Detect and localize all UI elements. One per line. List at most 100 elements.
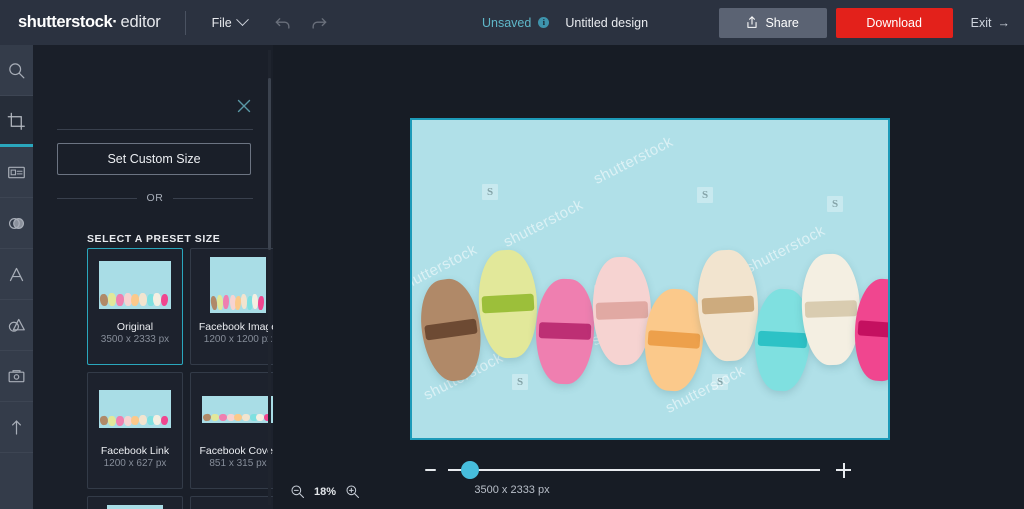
upload-icon bbox=[7, 418, 26, 437]
zoom-slider[interactable] bbox=[425, 459, 875, 481]
top-actions-group: Share Download Exit → bbox=[719, 0, 1024, 45]
preset-thumbnail bbox=[99, 261, 171, 309]
rail-item-templates[interactable] bbox=[0, 147, 33, 198]
undo-redo-group bbox=[273, 13, 329, 33]
set-custom-size-label: Set Custom Size bbox=[107, 152, 200, 166]
logo-dot: · bbox=[112, 13, 117, 32]
rail-item-search[interactable] bbox=[0, 45, 33, 96]
redo-arrow-icon[interactable] bbox=[309, 13, 329, 33]
macaron-shape bbox=[415, 275, 487, 384]
image-icon bbox=[7, 367, 26, 386]
file-menu-label: File bbox=[212, 16, 232, 30]
watermark-logo-icon: S bbox=[482, 184, 498, 200]
close-icon bbox=[236, 98, 252, 114]
tool-rail bbox=[0, 45, 33, 509]
share-button[interactable]: Share bbox=[719, 8, 827, 38]
preset-card-dimensions: 1200 x 627 px bbox=[104, 457, 167, 470]
app-logo[interactable]: shutterstock · editor bbox=[18, 13, 161, 32]
templates-icon bbox=[7, 163, 26, 182]
info-icon[interactable]: i bbox=[538, 17, 549, 28]
watermark-text: shutterstock bbox=[591, 133, 676, 188]
macaron-shape bbox=[800, 253, 862, 366]
crop-resize-panel: Set Custom Size OR SELECT A PRESET SIZE … bbox=[33, 45, 273, 509]
macaron-filling bbox=[539, 322, 591, 340]
preset-card[interactable]: Original3500 x 2333 px bbox=[87, 248, 183, 365]
preset-thumbnail-wrap bbox=[88, 373, 182, 445]
canvas-selection-frame[interactable]: shutterstockshutterstockshutterstockshut… bbox=[410, 118, 890, 440]
download-button[interactable]: Download bbox=[836, 8, 953, 38]
watermark-logo-icon: S bbox=[712, 374, 728, 390]
macaron-filling bbox=[857, 320, 888, 339]
document-status-group: Unsaved i Untitled design bbox=[482, 0, 648, 45]
text-icon bbox=[7, 265, 26, 284]
preset-thumbnail-wrap bbox=[88, 249, 182, 321]
save-status-text: Unsaved bbox=[482, 16, 531, 30]
rail-item-image[interactable] bbox=[0, 351, 33, 402]
watermark-logo-icon: S bbox=[697, 187, 713, 203]
document-dimensions-label: 3500 x 2333 px bbox=[0, 484, 1024, 496]
top-toolbar: shutterstock · editor File Unsaved i Unt… bbox=[0, 0, 1024, 45]
macaron-shape bbox=[534, 278, 596, 385]
preset-size-grid: Original3500 x 2333 pxFacebook Image1200… bbox=[87, 248, 273, 509]
preset-section-heading: SELECT A PRESET SIZE bbox=[87, 233, 220, 245]
preset-card-dimensions: 3500 x 2333 px bbox=[101, 333, 169, 346]
macaron-filling bbox=[701, 296, 755, 315]
exit-button-label: Exit bbox=[971, 16, 992, 30]
or-line-right bbox=[173, 198, 253, 199]
macaron-filling bbox=[482, 294, 534, 313]
or-label: OR bbox=[147, 192, 164, 204]
preset-card-dimensions: 851 x 315 px bbox=[209, 457, 266, 470]
design-title[interactable]: Untitled design bbox=[565, 16, 648, 30]
watermark-text: shutterstock bbox=[501, 197, 586, 252]
design-canvas[interactable]: shutterstockshutterstockshutterstockshut… bbox=[412, 120, 888, 438]
preset-thumbnail-wrap bbox=[191, 497, 273, 509]
macaron-filling bbox=[758, 330, 807, 348]
logo-product-text: editor bbox=[121, 13, 161, 32]
share-button-label: Share bbox=[765, 16, 798, 30]
canvas-stage: shutterstockshutterstockshutterstockshut… bbox=[273, 45, 1024, 509]
preset-thumbnail bbox=[210, 257, 266, 313]
shapes-icon bbox=[7, 316, 26, 335]
rail-item-upload[interactable] bbox=[0, 402, 33, 453]
preset-thumbnail bbox=[202, 396, 273, 423]
preset-card[interactable]: Facebook Image1200 x 1200 px bbox=[190, 248, 273, 365]
chevron-down-icon bbox=[236, 13, 249, 26]
share-upload-icon bbox=[746, 16, 758, 29]
preset-thumbnail-wrap bbox=[191, 249, 273, 321]
exit-button[interactable]: Exit → bbox=[971, 16, 1010, 30]
slider-minus-icon[interactable] bbox=[425, 469, 436, 471]
rail-item-crop[interactable] bbox=[0, 96, 33, 147]
undo-arrow-icon[interactable] bbox=[273, 13, 293, 33]
filters-icon bbox=[7, 214, 26, 233]
set-custom-size-button[interactable]: Set Custom Size bbox=[57, 143, 251, 175]
preset-thumbnail bbox=[107, 505, 163, 509]
macaron-filling bbox=[648, 330, 700, 349]
search-icon bbox=[7, 61, 26, 80]
macaron-shape bbox=[695, 249, 761, 363]
watermark-logo-icon: S bbox=[512, 374, 528, 390]
preset-card-name: Facebook Link bbox=[101, 445, 169, 457]
file-menu-button[interactable]: File bbox=[212, 16, 247, 30]
rail-item-text[interactable] bbox=[0, 249, 33, 300]
preset-thumbnail-wrap bbox=[88, 497, 182, 509]
zoom-slider-track[interactable] bbox=[448, 469, 820, 471]
preset-card[interactable]: Facebook Link1200 x 627 px bbox=[87, 372, 183, 489]
logo-brand-text: shutterstock bbox=[18, 13, 112, 32]
macaron-shape bbox=[591, 256, 653, 366]
preset-card[interactable]: Facebook Cover851 x 315 px bbox=[190, 372, 273, 489]
preset-card[interactable] bbox=[87, 496, 183, 509]
panel-divider bbox=[57, 129, 253, 130]
rail-item-filters[interactable] bbox=[0, 198, 33, 249]
or-line-left bbox=[57, 198, 137, 199]
watermark-logo-icon: S bbox=[827, 196, 843, 212]
slider-plus-icon[interactable] bbox=[836, 463, 851, 478]
panel-close-button[interactable] bbox=[236, 98, 252, 114]
rail-item-shapes[interactable] bbox=[0, 300, 33, 351]
macaron-shape bbox=[476, 249, 540, 360]
arrow-right-icon: → bbox=[998, 16, 1011, 30]
zoom-slider-handle[interactable] bbox=[461, 461, 479, 479]
crop-icon bbox=[7, 112, 26, 131]
preset-card[interactable] bbox=[190, 496, 273, 509]
panel-scrollbar-thumb[interactable] bbox=[268, 78, 271, 250]
preset-thumbnail-wrap bbox=[191, 373, 273, 445]
